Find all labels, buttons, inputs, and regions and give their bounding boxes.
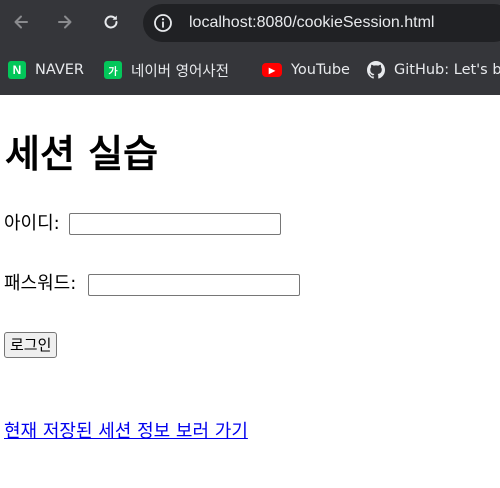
back-button[interactable] bbox=[6, 7, 36, 37]
login-button[interactable]: 로그인 bbox=[4, 332, 58, 358]
naver-dictionary-icon: 가 bbox=[104, 61, 122, 79]
bookmark-label: 네이버 영어사전 bbox=[131, 63, 229, 80]
password-input[interactable] bbox=[88, 274, 300, 296]
bookmarks-bar: N NAVER 가 네이버 영어사전 ▶ YouTube GitHub: Let… bbox=[0, 50, 500, 90]
reload-icon bbox=[104, 15, 118, 29]
youtube-icon: ▶ bbox=[262, 63, 282, 77]
bookmark-naver[interactable]: N NAVER bbox=[8, 58, 84, 82]
browser-toolbar: localhost:8080/cookieSession.html bbox=[0, 0, 500, 46]
naver-icon: N bbox=[8, 61, 26, 79]
id-label: 아이디: bbox=[4, 213, 60, 234]
github-icon bbox=[367, 61, 385, 79]
page-content: 세션 실습 아이디: 패스워드: 로그인 현재 저장된 세션 정보 보러 가기 bbox=[0, 95, 500, 488]
bookmark-label: YouTube bbox=[291, 62, 350, 78]
site-info-icon[interactable] bbox=[150, 10, 176, 36]
password-label: 패스워드: bbox=[4, 273, 77, 294]
address-bar[interactable]: localhost:8080/cookieSession.html bbox=[143, 4, 500, 42]
browser-chrome: localhost:8080/cookieSession.html N NAVE… bbox=[0, 0, 500, 95]
id-input[interactable] bbox=[69, 213, 281, 235]
bookmark-label: GitHub: Let's bu bbox=[394, 62, 500, 78]
page-title: 세션 실습 bbox=[5, 132, 159, 176]
forward-button[interactable] bbox=[50, 7, 80, 37]
bookmark-label: NAVER bbox=[35, 62, 84, 78]
url-text[interactable]: localhost:8080/cookieSession.html bbox=[189, 4, 434, 42]
session-info-link[interactable]: 현재 저장된 세션 정보 보러 가기 bbox=[4, 419, 248, 445]
bookmark-github[interactable]: GitHub: Let's bu bbox=[367, 58, 500, 82]
forward-arrow-icon bbox=[58, 15, 72, 29]
bookmark-youtube[interactable]: ▶ YouTube bbox=[262, 58, 350, 82]
back-arrow-icon bbox=[14, 15, 28, 29]
bookmark-naver-dictionary[interactable]: 가 네이버 영어사전 bbox=[104, 58, 229, 82]
reload-button[interactable] bbox=[96, 7, 126, 37]
